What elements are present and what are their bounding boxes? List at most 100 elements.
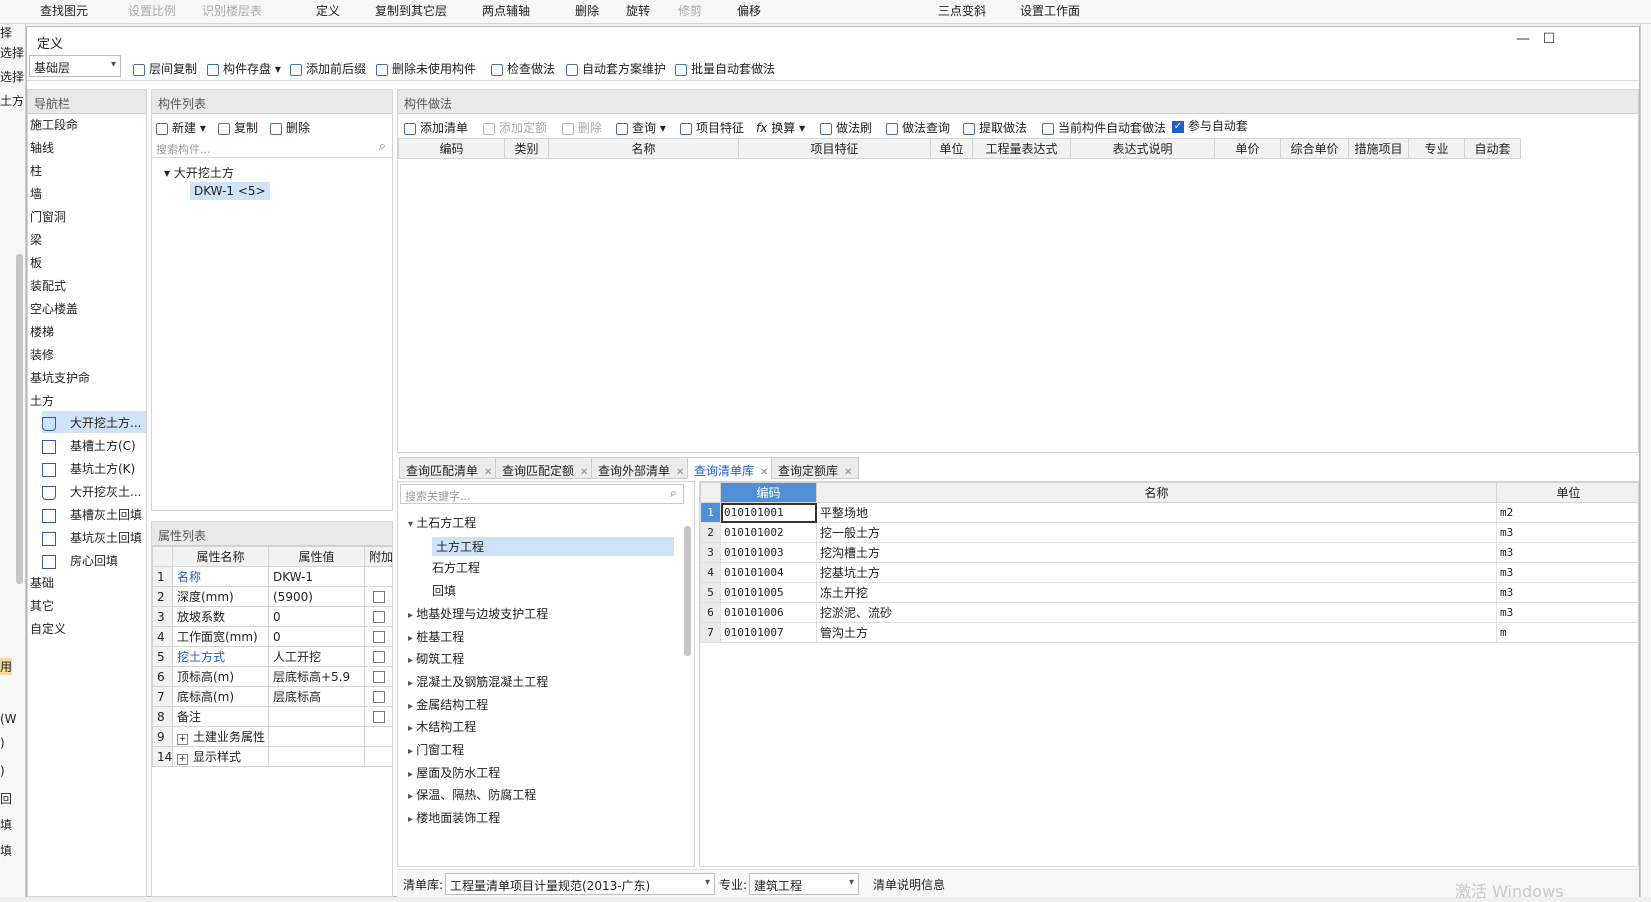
property-extra[interactable] [364,706,393,727]
expand-plus-icon[interactable]: + [177,734,188,745]
property-value[interactable]: 层底标高 [268,686,365,707]
library-name[interactable]: 挖沟槽土方 [816,542,1497,563]
bg-find-element[interactable]: 查找图元 [40,2,88,19]
extract-method-button[interactable]: 提取做法 [963,119,1027,136]
method-col-header[interactable]: 单价 [1214,138,1281,159]
nav-item-decoration[interactable]: 装修 [30,346,54,363]
library-tree-node[interactable]: ▾ 土石方工程 [408,514,476,531]
nav-item-openings[interactable]: 门窗洞 [30,208,66,225]
nav-item-slab[interactable]: 板 [30,254,42,271]
collapse-arrow-icon[interactable]: ▾ [164,166,174,180]
method-col-header[interactable]: 单位 [930,138,973,159]
method-col-header[interactable]: 措施项目 [1348,138,1409,159]
delete-unused-button[interactable]: 删除未使用构件 [376,60,476,77]
bg-three-point-slope[interactable]: 三点变斜 [938,2,986,19]
method-col-header[interactable]: 工程量表达式 [972,138,1071,159]
library-tree-node[interactable]: 土方工程 [432,536,674,556]
checkbox[interactable] [372,631,385,643]
close-icon[interactable]: ✕ [484,467,492,478]
expand-arrow-icon[interactable]: ▸ [408,723,416,734]
library-tree-node[interactable]: 石方工程 [432,559,480,576]
current-auto-method-button[interactable]: 当前构件自动套做法 [1042,119,1166,136]
method-col-header[interactable]: 类别 [504,138,549,159]
property-extra[interactable] [364,646,393,667]
library-tree-node[interactable]: ▸ 木结构工程 [408,718,476,735]
library-search-input[interactable]: 搜索关键字... [400,484,684,504]
method-col-header[interactable]: 名称 [548,138,739,159]
minimize-button[interactable]: — [1513,31,1533,47]
property-value[interactable] [268,726,365,747]
nav-sub-lime-excavation[interactable]: 大开挖灰土... [42,480,146,502]
checkbox[interactable] [372,591,385,603]
copy-between-floors-button[interactable]: 层间复制 [133,60,197,77]
bg-delete[interactable]: 删除 [575,2,599,19]
property-value[interactable]: 0 [268,626,365,647]
library-unit[interactable]: m3 [1496,582,1638,603]
library-unit[interactable]: m3 [1496,522,1638,543]
nav-item-custom[interactable]: 自定义 [30,620,66,637]
library-row[interactable]: 3 010101003 挖沟槽土方 m3 [700,542,1638,563]
property-row[interactable]: 2 深度(mm) (5900) [152,586,393,607]
library-unit[interactable]: m2 [1496,502,1638,523]
nav-item-foundation[interactable]: 基础 [30,574,54,591]
batch-auto-method-button[interactable]: 批量自动套做法 [675,60,775,77]
library-name[interactable]: 冻土开挖 [816,582,1497,603]
nav-item-stairs[interactable]: 楼梯 [30,323,54,340]
nav-sub-open-excavation[interactable]: 大开挖土方... [42,411,146,433]
close-icon[interactable]: ✕ [676,467,684,478]
method-col-header[interactable]: 项目特征 [738,138,931,159]
checkbox[interactable] [372,611,385,623]
library-tree-node[interactable]: ▸ 地基处理与边坡支护工程 [408,605,548,622]
method-col-header[interactable]: 编码 [398,138,505,159]
method-col-header[interactable]: 自动套 [1464,138,1521,159]
method-col-header[interactable]: 综合单价 [1280,138,1349,159]
tab-match-quota[interactable]: 查询匹配定额 ✕ [495,457,596,479]
library-row[interactable]: 5 010101005 冻土开挖 m3 [700,582,1638,603]
library-code[interactable]: 010101005 [720,582,817,603]
library-tree-node[interactable]: ▸ 砌筑工程 [408,650,464,667]
checkbox[interactable] [372,651,385,663]
property-value[interactable]: DKW-1 [268,566,365,587]
library-code[interactable]: 010101001 [720,502,817,523]
nav-sub-pit[interactable]: 基坑土方(K) [42,457,146,479]
library-tree-node[interactable]: ▸ 桩基工程 [408,628,464,645]
bg-set-workplane[interactable]: 设置工作面 [1020,2,1080,19]
new-component-button[interactable]: 新建 ▾ [156,119,206,136]
library-name[interactable]: 管沟土方 [816,622,1497,643]
expand-arrow-icon[interactable]: ▸ [408,655,416,666]
method-query-button[interactable]: 做法查询 [886,119,950,136]
add-prefix-suffix-button[interactable]: 添加前后缀 [290,60,366,77]
library-tree-node[interactable]: ▸ 屋面及防水工程 [408,764,500,781]
component-tree-item[interactable]: DKW-1 <5> [190,182,270,200]
property-value[interactable] [268,746,365,767]
nav-item-axis[interactable]: 轴线 [30,139,54,156]
property-extra[interactable] [364,586,393,607]
property-extra[interactable] [364,606,393,627]
bill-library-select[interactable]: 工程量清单项目计量规范(2013-广东) [445,873,715,895]
tab-quota-library[interactable]: 查询定额库 ✕ [771,457,860,479]
expand-arrow-icon[interactable]: ▸ [408,701,416,712]
property-value[interactable]: (5900) [268,586,365,607]
expand-arrow-icon[interactable]: ▸ [408,814,416,825]
property-row[interactable]: 14 + 显示样式 [152,746,393,767]
expand-arrow-icon[interactable]: ▸ [408,610,416,621]
collapse-arrow-icon[interactable]: ▾ [408,519,416,530]
checkbox[interactable] [372,691,385,703]
property-value[interactable]: 0 [268,606,365,627]
library-row[interactable]: 1 010101001 平整场地 m2 [700,502,1638,523]
delete-component-button[interactable]: 删除 [270,119,310,136]
major-select[interactable]: 建筑工程 [749,873,859,895]
nav-item-earthwork[interactable]: 土方 [30,392,54,409]
tab-external-bill[interactable]: 查询外部清单 ✕ [591,457,692,479]
property-row[interactable]: 3 放坡系数 0 [152,606,393,627]
property-extra[interactable] [364,666,393,687]
bg-define[interactable]: 定义 [316,2,340,19]
item-feature-button[interactable]: 项目特征 [680,119,744,136]
library-tree-node[interactable]: ▸ 楼地面装饰工程 [408,809,500,826]
nav-item-beam[interactable]: 梁 [30,231,42,248]
lib-col-name[interactable]: 名称 [816,482,1497,503]
close-icon[interactable]: ✕ [580,467,588,478]
library-code[interactable]: 010101003 [720,542,817,563]
expand-arrow-icon[interactable]: ▸ [408,769,416,780]
library-name[interactable]: 挖一般土方 [816,522,1497,543]
